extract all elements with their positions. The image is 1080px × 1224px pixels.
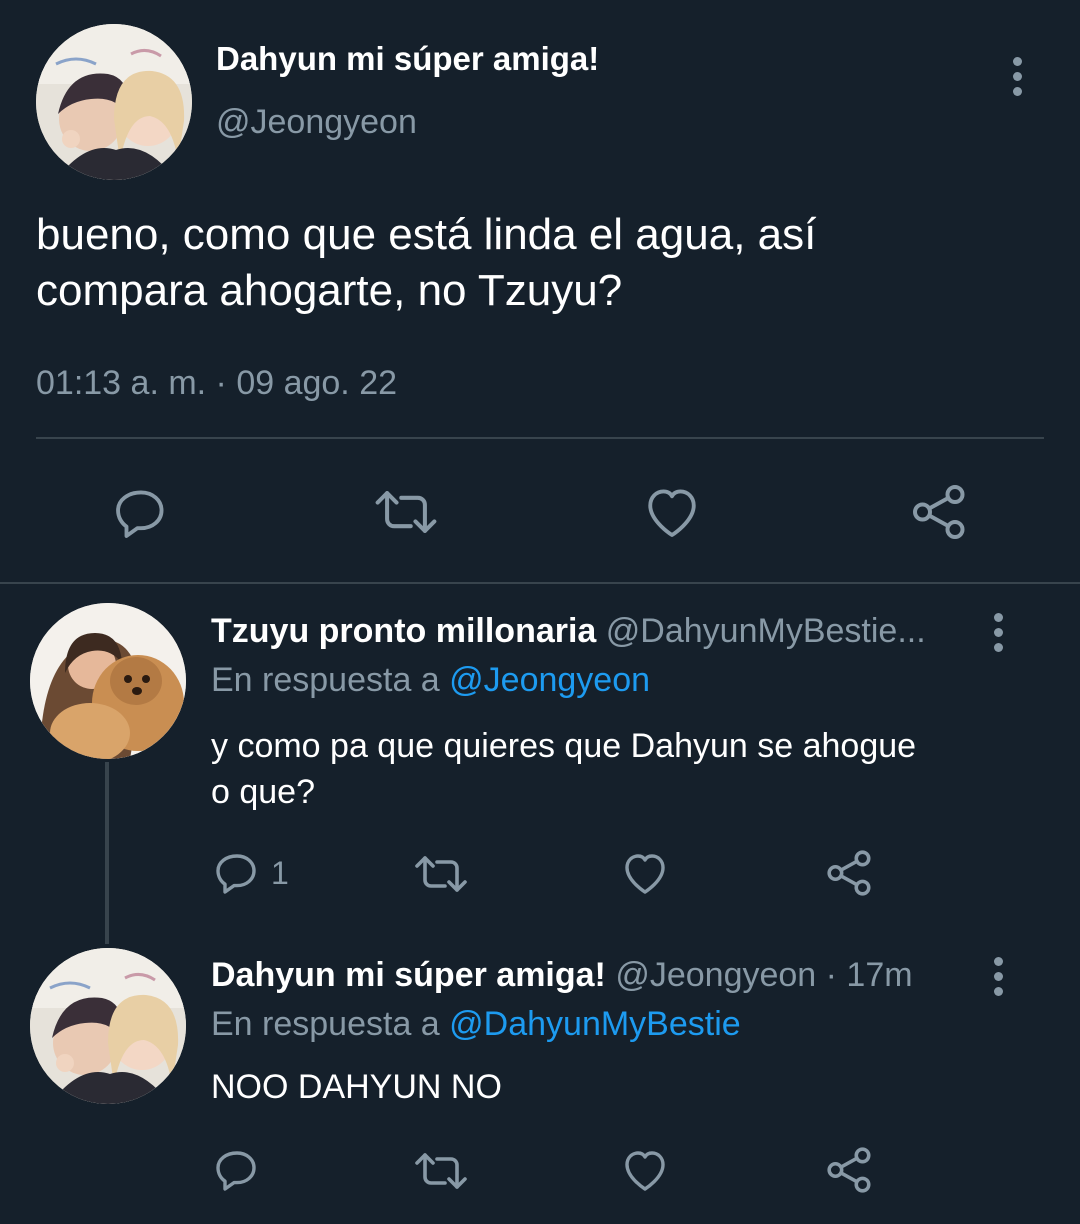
reply-to-link[interactable]: @DahyunMyBestie	[449, 1005, 741, 1043]
reply-prefix: En respuesta a	[211, 1005, 440, 1043]
reply-button[interactable]	[213, 1146, 261, 1194]
reply-context: En respuesta a @DahyunMyBestie	[211, 1005, 741, 1044]
reply-to-link[interactable]: @Jeongyeon	[449, 661, 650, 699]
reply-icon	[116, 490, 164, 538]
share-button[interactable]	[825, 1145, 875, 1195]
display-name[interactable]: Tzuyu pronto millonaria	[211, 612, 596, 650]
share-icon	[827, 1147, 871, 1193]
divider	[36, 437, 1044, 439]
like-icon	[625, 854, 665, 894]
reply-context: En respuesta a @Jeongyeon	[211, 661, 650, 700]
share-icon	[827, 850, 871, 896]
retweet-icon	[415, 856, 467, 892]
reply-header: Dahyun mi súper amiga! @Jeongyeon · 17m	[211, 956, 913, 995]
share-button[interactable]	[825, 848, 875, 898]
handle-time[interactable]: @Jeongyeon · 17m	[615, 956, 912, 994]
retweet-icon	[375, 491, 437, 533]
retweet-button[interactable]	[372, 486, 440, 538]
divider	[0, 582, 1080, 584]
reply-count: 1	[271, 854, 289, 891]
like-icon	[625, 1151, 665, 1191]
reply-icon	[216, 854, 256, 894]
timestamp[interactable]: 01:13 a. m. · 09 ago. 22	[36, 364, 397, 403]
like-icon	[648, 489, 696, 537]
reply-prefix: En respuesta a	[211, 661, 440, 699]
tweet-text: y como pa que quieres que Dahyun se ahog…	[211, 723, 916, 815]
avatar[interactable]	[36, 24, 192, 180]
share-icon	[913, 485, 965, 539]
like-button[interactable]	[621, 1147, 669, 1193]
reply-header: Tzuyu pronto millonaria @DahyunMyBestie.…	[211, 612, 926, 651]
thread-line	[105, 762, 109, 944]
tweet-text: NOO DAHYUN NO	[211, 1068, 502, 1106]
tweet-text-line: o que?	[211, 773, 315, 811]
reply-button[interactable]: 1	[213, 849, 289, 897]
reply-button[interactable]	[112, 484, 170, 542]
reply-icon	[216, 1151, 256, 1191]
display-name[interactable]: Dahyun mi súper amiga!	[216, 40, 599, 78]
tweet-text-line: y como pa que quieres que Dahyun se ahog…	[211, 727, 917, 765]
handle[interactable]: @DahyunMyBestie...	[606, 612, 926, 650]
like-button[interactable]	[621, 850, 669, 896]
retweet-button[interactable]	[412, 852, 470, 896]
retweet-icon	[415, 1153, 467, 1189]
more-options-icon[interactable]	[993, 613, 1003, 652]
more-options-icon[interactable]	[993, 957, 1003, 996]
more-options-icon[interactable]	[1012, 57, 1022, 96]
handle[interactable]: @Jeongyeon	[216, 103, 417, 142]
like-button[interactable]	[643, 484, 701, 540]
avatar[interactable]	[30, 948, 186, 1104]
tweet-text-line: compara ahogarte, no Tzuyu?	[36, 266, 623, 315]
tweet-text-line: bueno, como que está linda el agua, así	[36, 210, 817, 259]
display-name[interactable]: Dahyun mi súper amiga!	[211, 956, 606, 994]
tweet-text: bueno, como que está linda el agua, así …	[36, 207, 816, 319]
share-button[interactable]	[910, 482, 970, 542]
retweet-button[interactable]	[412, 1149, 470, 1193]
avatar[interactable]	[30, 603, 186, 759]
